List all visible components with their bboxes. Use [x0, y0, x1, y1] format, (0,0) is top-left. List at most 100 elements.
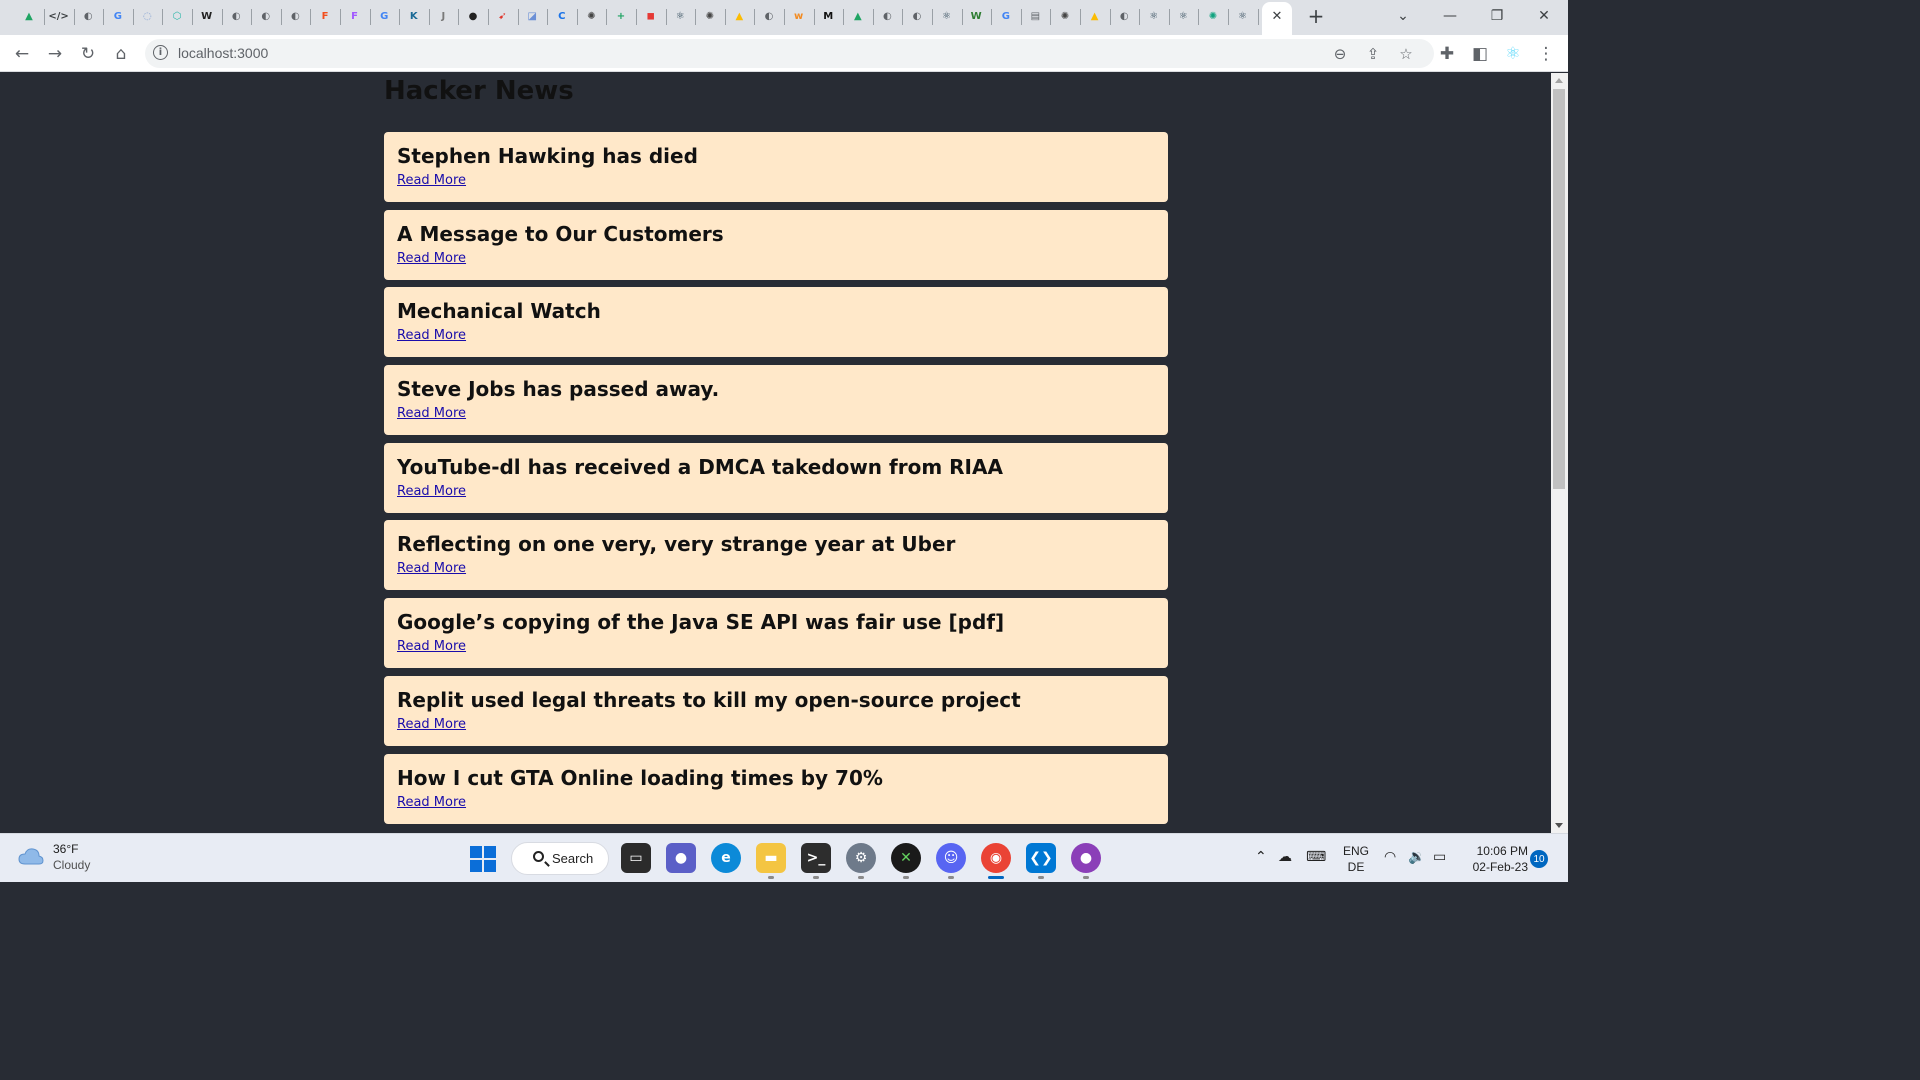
google-icon[interactable]: G — [997, 7, 1015, 25]
keyboard-icon[interactable]: ⌨ — [1306, 849, 1326, 865]
show-hidden-icons-icon[interactable]: ⌃ — [1255, 849, 1267, 865]
scroll-down-icon[interactable] — [1555, 823, 1563, 828]
home-icon[interactable]: ⌂ — [108, 41, 134, 67]
onedrive-icon[interactable]: ☁ — [1278, 849, 1292, 865]
react-icon[interactable]: ⚛ — [938, 7, 956, 25]
address-bar[interactable]: i localhost:3000 ⊖ ⇪ ☆ — [145, 39, 1434, 68]
site-info-icon[interactable]: i — [153, 45, 168, 60]
google-drive-icon[interactable]: ▲ — [730, 7, 748, 25]
extensions-icon[interactable]: ✚ — [1434, 41, 1460, 67]
vscode-icon[interactable]: ❮❯ — [1026, 843, 1056, 873]
link-icon[interactable]: ⬡ — [168, 7, 186, 25]
read-more-link[interactable]: Read More — [397, 717, 466, 732]
docs-icon[interactable]: ▤ — [1026, 7, 1044, 25]
scrollbar[interactable] — [1551, 73, 1568, 833]
notification-badge[interactable]: 10 — [1530, 850, 1548, 868]
discord-icon[interactable]: ☺ — [936, 843, 966, 873]
globe-icon[interactable]: ◌ — [138, 7, 156, 25]
back-icon[interactable]: ← — [9, 41, 35, 67]
chatgpt-icon[interactable]: ✺ — [701, 7, 719, 25]
globe-icon[interactable]: ◐ — [908, 7, 926, 25]
react-icon[interactable]: ⚛ — [1145, 7, 1163, 25]
google-drive-icon[interactable]: ▲ — [849, 7, 867, 25]
globe-icon[interactable]: ◐ — [286, 7, 304, 25]
side-panel-icon[interactable]: ◧ — [1467, 41, 1493, 67]
menu-icon[interactable]: ⋮ — [1533, 41, 1559, 67]
url-text[interactable]: localhost:3000 — [178, 45, 268, 61]
jira-icon[interactable]: J — [434, 7, 452, 25]
red-square-icon[interactable]: ◼ — [642, 7, 660, 25]
globe-icon[interactable]: ◐ — [227, 7, 245, 25]
read-more-link[interactable]: Read More — [397, 639, 466, 654]
globe-icon[interactable]: ◐ — [79, 7, 97, 25]
volume-icon[interactable]: 🔉 — [1408, 849, 1425, 865]
read-more-link[interactable]: Read More — [397, 795, 466, 810]
tab-search-icon[interactable]: ⌄ — [1388, 4, 1418, 28]
chatgpt-icon[interactable]: ✺ — [1056, 7, 1074, 25]
read-more-link[interactable]: Read More — [397, 406, 466, 421]
wifi-icon[interactable]: ◠ — [1384, 849, 1396, 865]
k-icon[interactable]: K — [405, 7, 423, 25]
chrome-icon[interactable]: ◉ — [981, 843, 1011, 873]
restore-icon[interactable]: ❐ — [1482, 4, 1512, 28]
github-icon[interactable]: ● — [464, 7, 482, 25]
chatgpt-icon[interactable]: ✺ — [582, 7, 600, 25]
google-icon[interactable]: G — [109, 7, 127, 25]
box-icon[interactable]: ◪ — [523, 7, 541, 25]
read-more-link[interactable]: Read More — [397, 173, 466, 188]
wikipedia-icon[interactable]: W — [198, 7, 216, 25]
scroll-up-icon[interactable] — [1555, 78, 1563, 83]
share-icon[interactable]: ⇪ — [1362, 43, 1384, 65]
zoom-icon[interactable]: ⊖ — [1329, 43, 1351, 65]
teams-chat-icon[interactable]: ● — [666, 843, 696, 873]
plus-square-icon[interactable]: + — [612, 7, 630, 25]
globe-icon[interactable]: ◐ — [1115, 7, 1133, 25]
weather-temp[interactable]: 36°F — [53, 842, 78, 856]
cloud-icon[interactable] — [18, 845, 44, 867]
w-icon[interactable]: w — [790, 7, 808, 25]
read-more-link[interactable]: Read More — [397, 561, 466, 576]
close-window-icon[interactable]: ✕ — [1529, 4, 1559, 28]
settings-gear-icon[interactable]: ⚙ — [846, 843, 876, 873]
bookmark-star-icon[interactable]: ☆ — [1395, 43, 1417, 65]
terminal-icon[interactable]: >_ — [801, 843, 831, 873]
xbox-icon[interactable]: ✕ — [891, 843, 921, 873]
figma-icon[interactable]: F — [316, 7, 334, 25]
battery-icon[interactable]: ▭ — [1433, 849, 1446, 865]
read-more-link[interactable]: Read More — [397, 484, 466, 499]
edge-icon[interactable]: e — [711, 843, 741, 873]
react-icon[interactable]: ⚛ — [1174, 7, 1192, 25]
google-icon[interactable]: G — [375, 7, 393, 25]
task-view-icon[interactable]: ▭ — [621, 843, 651, 873]
globe-icon[interactable]: ◐ — [760, 7, 778, 25]
start-windows-icon[interactable] — [470, 846, 496, 872]
swift-icon[interactable]: ➹ — [494, 7, 512, 25]
clock[interactable]: 10:06 PM 02-Feb-23 — [1468, 843, 1528, 875]
c-icon[interactable]: C — [553, 7, 571, 25]
react-icon[interactable]: ⚛ — [671, 7, 689, 25]
weather-condition[interactable]: Cloudy — [53, 858, 90, 872]
react-icon[interactable]: ⚛ — [1234, 7, 1252, 25]
file-explorer-icon[interactable]: ▬ — [756, 843, 786, 873]
globe-icon[interactable]: ◐ — [878, 7, 896, 25]
scroll-thumb[interactable] — [1553, 89, 1565, 489]
react-devtools-icon[interactable]: ⚛ — [1500, 41, 1526, 67]
medium-icon[interactable]: M — [819, 7, 837, 25]
read-more-link[interactable]: Read More — [397, 328, 466, 343]
github-desktop-icon[interactable]: ● — [1071, 843, 1101, 873]
google-drive-icon[interactable]: ▲ — [1086, 7, 1104, 25]
figma-icon[interactable]: F — [346, 7, 364, 25]
code-icon[interactable]: </> — [48, 7, 68, 25]
taskbar-search[interactable]: Search — [511, 842, 609, 875]
new-tab-button[interactable]: + — [1305, 4, 1327, 28]
read-more-link[interactable]: Read More — [397, 251, 466, 266]
forward-icon[interactable]: → — [42, 41, 68, 67]
language-indicator[interactable]: ENG DE — [1343, 843, 1369, 875]
minimize-icon[interactable]: — — [1435, 4, 1465, 28]
globe-icon[interactable]: ◐ — [257, 7, 275, 25]
openai-icon[interactable]: ✺ — [1204, 7, 1222, 25]
close-tab-icon[interactable]: ✕ — [1267, 6, 1287, 26]
reload-icon[interactable]: ↻ — [75, 41, 101, 67]
google-drive-icon[interactable]: ▲ — [20, 7, 38, 25]
w-icon[interactable]: W — [967, 7, 985, 25]
